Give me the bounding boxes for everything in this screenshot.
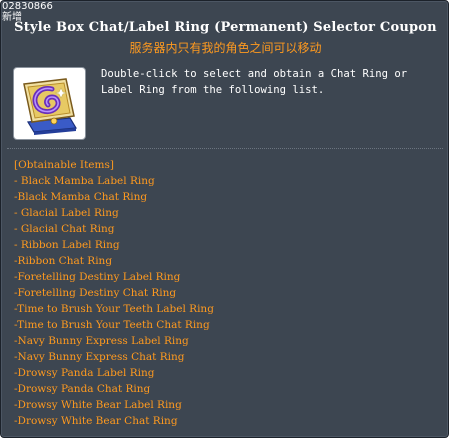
list-item: - Ribbon Label Ring bbox=[14, 239, 120, 251]
items-header: [Obtainable Items] bbox=[14, 159, 114, 171]
list-item: -Time to Brush Your Teeth Chat Ring bbox=[14, 319, 210, 331]
item-icon-frame bbox=[13, 67, 86, 140]
list-item: -Drowsy Panda Label Ring bbox=[14, 367, 155, 379]
list-item: -Navy Bunny Express Chat Ring bbox=[14, 351, 185, 363]
coupon-box-icon bbox=[23, 78, 78, 135]
list-item: -Foretelling Destiny Chat Ring bbox=[14, 287, 177, 299]
item-description: Double-click to select and obtain a Chat… bbox=[101, 68, 414, 96]
list-item: -Drowsy White Bear Label Ring bbox=[14, 399, 182, 411]
list-item: - Glacial Label Ring bbox=[14, 207, 119, 219]
list-item: - Black Mamba Label Ring bbox=[14, 175, 155, 187]
list-item: - Glacial Chat Ring bbox=[14, 223, 115, 235]
list-item: -Navy Bunny Express Label Ring bbox=[14, 335, 189, 347]
divider bbox=[7, 148, 443, 149]
obtainable-items-list: [Obtainable Items] - Black Mamba Label R… bbox=[14, 157, 214, 429]
list-item: -Foretelling Destiny Label Ring bbox=[14, 271, 181, 283]
trade-restriction-note: 服务器内只有我的角色之间可以移动 bbox=[129, 41, 322, 55]
item-title: Style Box Chat/Label Ring (Permanent) Se… bbox=[14, 20, 437, 35]
item-id: 02830866 bbox=[2, 1, 53, 12]
list-item: -Black Mamba Chat Ring bbox=[14, 191, 148, 203]
list-item: -Ribbon Chat Ring bbox=[14, 255, 113, 267]
list-item: -Drowsy Panda Chat Ring bbox=[14, 383, 151, 395]
list-item: -Drowsy White Bear Chat Ring bbox=[14, 415, 178, 427]
list-item: -Time to Brush Your Teeth Label Ring bbox=[14, 303, 214, 315]
item-tooltip: 02830866 新增 Style Box Chat/Label Ring (P… bbox=[0, 0, 449, 438]
